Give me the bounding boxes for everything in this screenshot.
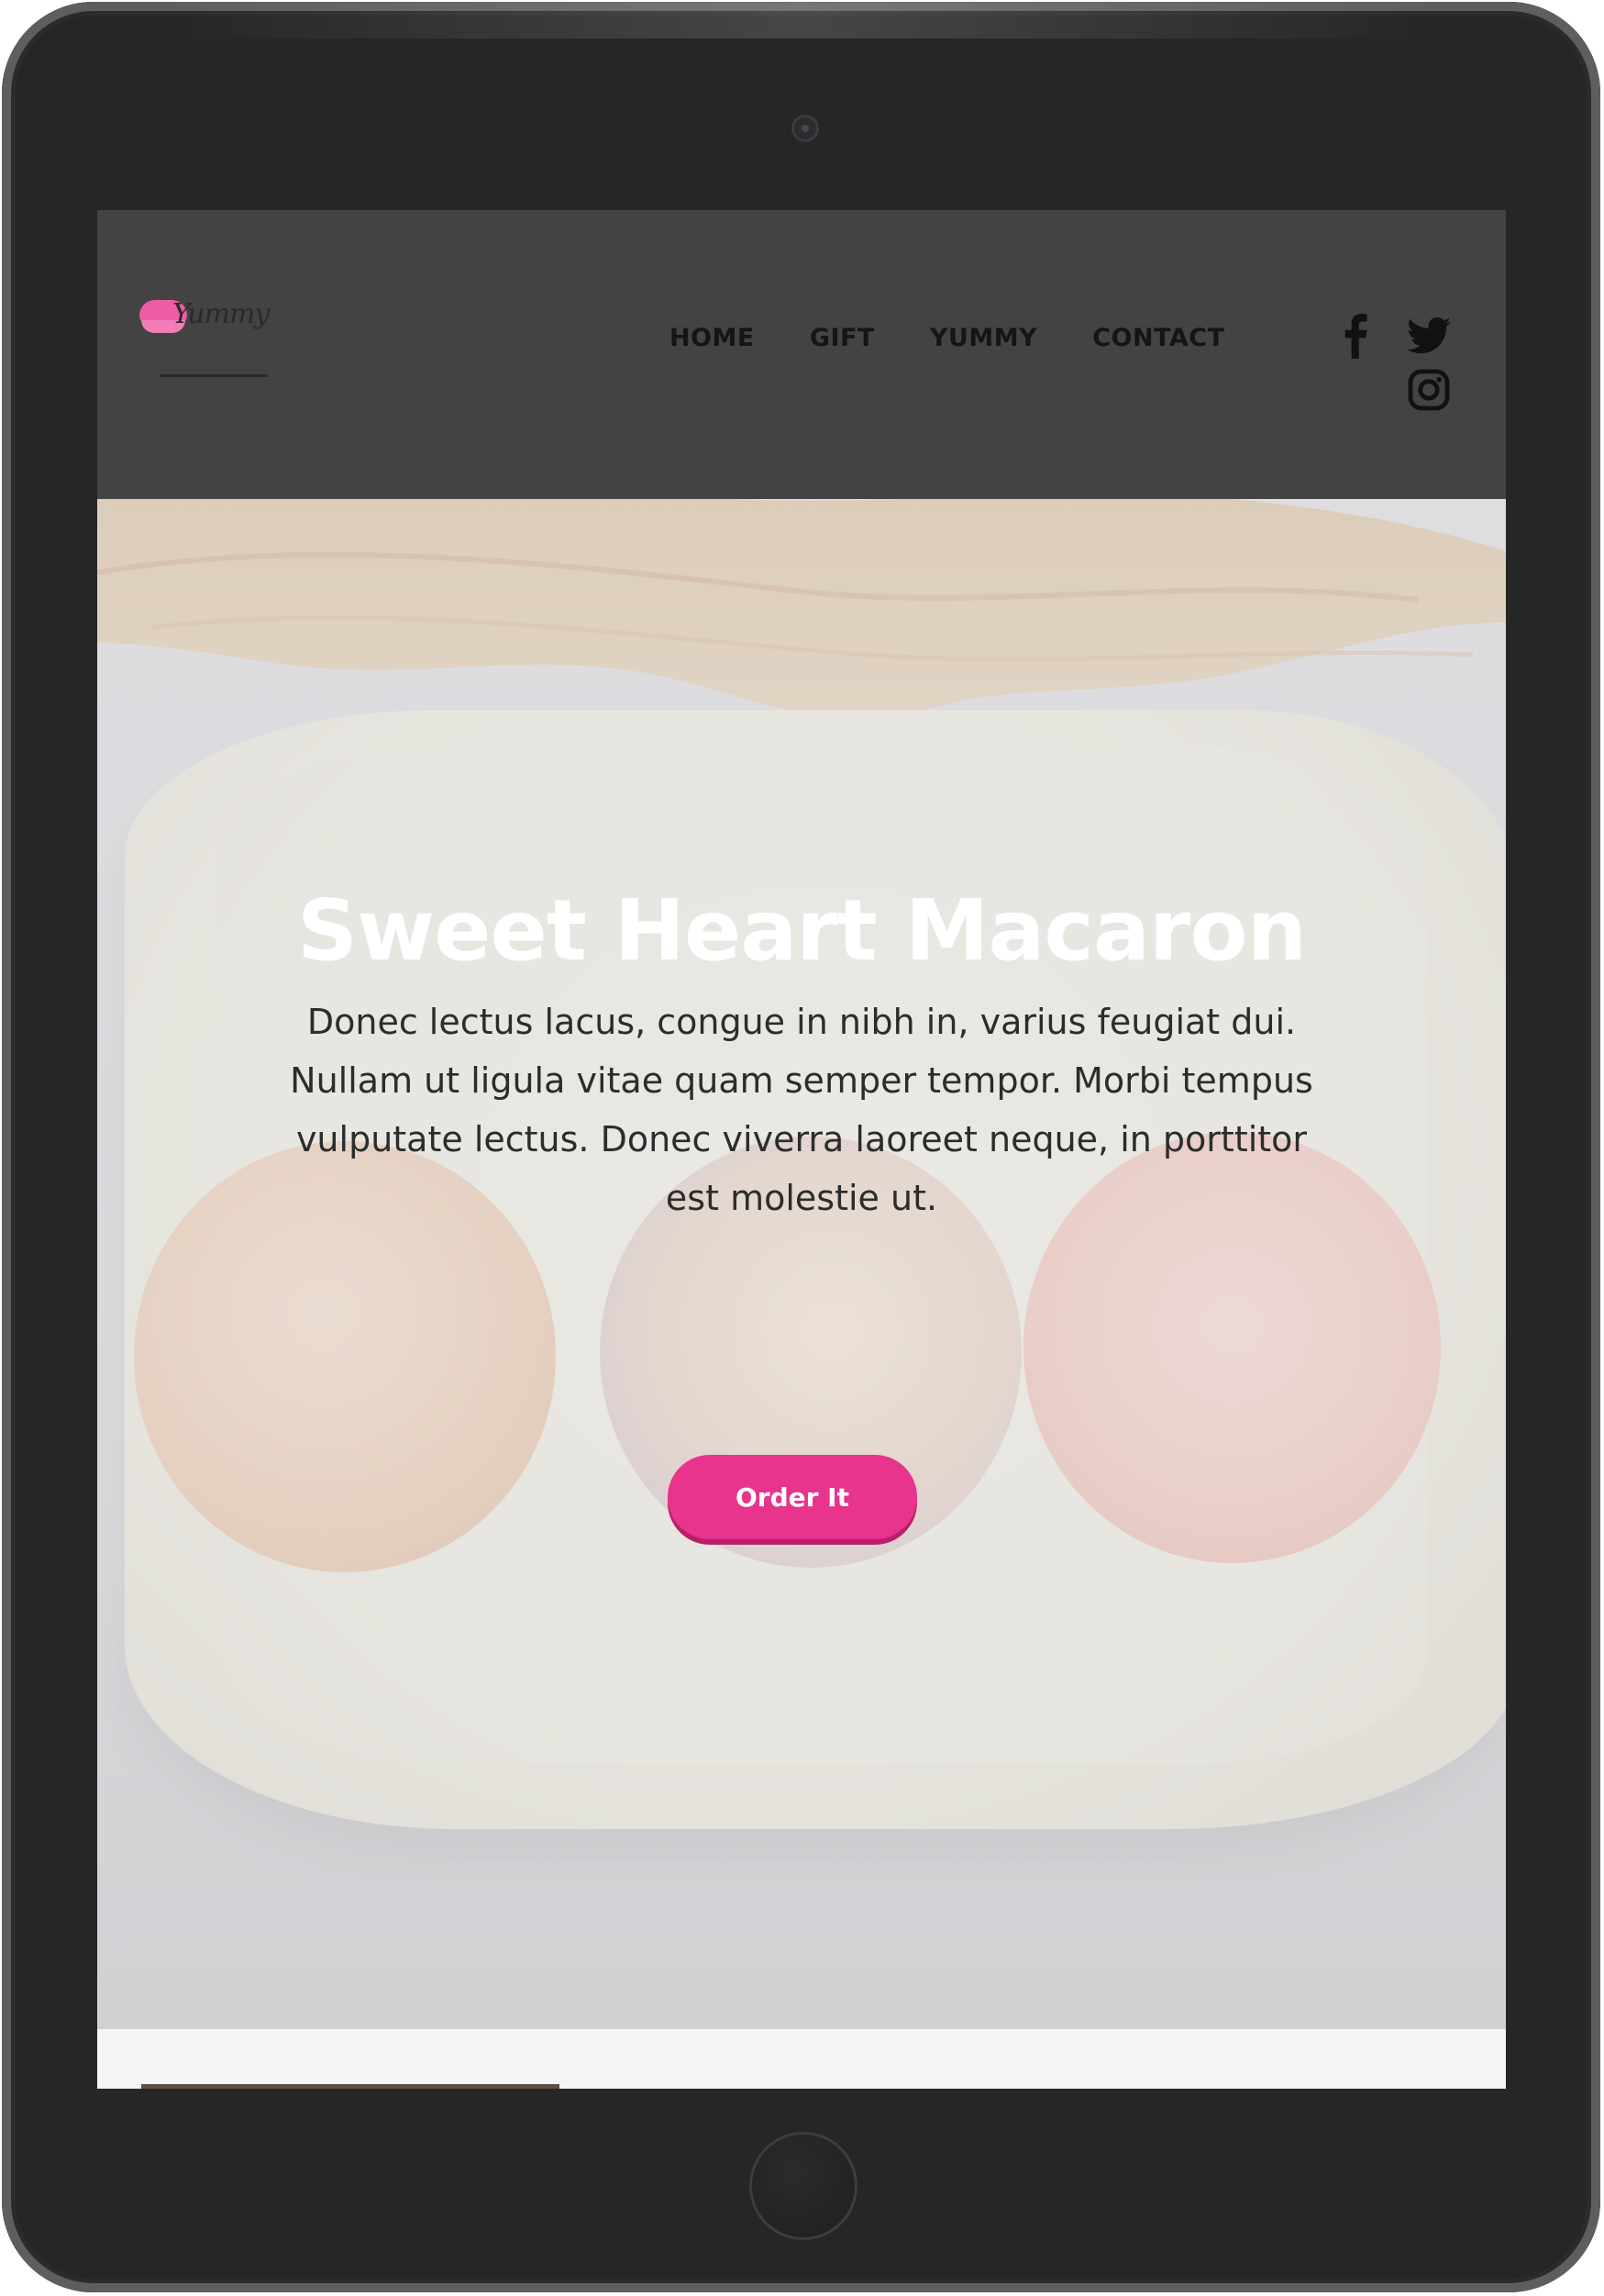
screen: Yummy HOME GIFT YUMMY CONTACT Sweet Hear…	[97, 210, 1506, 2089]
hero-overlay	[97, 499, 1506, 2029]
next-section-image	[141, 2084, 559, 2089]
tablet-frame: Yummy HOME GIFT YUMMY CONTACT Sweet Hear…	[2, 2, 1600, 2292]
nav-yummy[interactable]: YUMMY	[930, 324, 1037, 352]
next-section	[97, 2029, 1506, 2089]
nav-gift[interactable]: GIFT	[810, 324, 875, 352]
order-button[interactable]: Order It	[668, 1455, 917, 1539]
instagram-icon[interactable]	[1407, 368, 1451, 412]
logo[interactable]: Yummy	[139, 294, 270, 349]
facebook-icon[interactable]	[1340, 313, 1371, 359]
site-header: Yummy HOME GIFT YUMMY CONTACT	[97, 210, 1506, 499]
home-button[interactable]	[749, 2132, 857, 2240]
logo-text: Yummy	[172, 298, 270, 330]
hero-description: Donec lectus lacus, congue in nibh in, v…	[290, 1002, 1313, 1218]
main-nav: HOME GIFT YUMMY CONTACT	[669, 324, 1280, 352]
camera-icon	[791, 115, 819, 142]
twitter-icon[interactable]	[1407, 316, 1451, 355]
logo-underline	[160, 374, 268, 377]
nav-contact[interactable]: CONTACT	[1092, 324, 1224, 352]
nav-home[interactable]: HOME	[669, 324, 755, 352]
hero-title: Sweet Heart Macaron	[296, 881, 1307, 980]
hero-section: Sweet Heart Macaron Donec lectus lacus, …	[97, 499, 1506, 2029]
